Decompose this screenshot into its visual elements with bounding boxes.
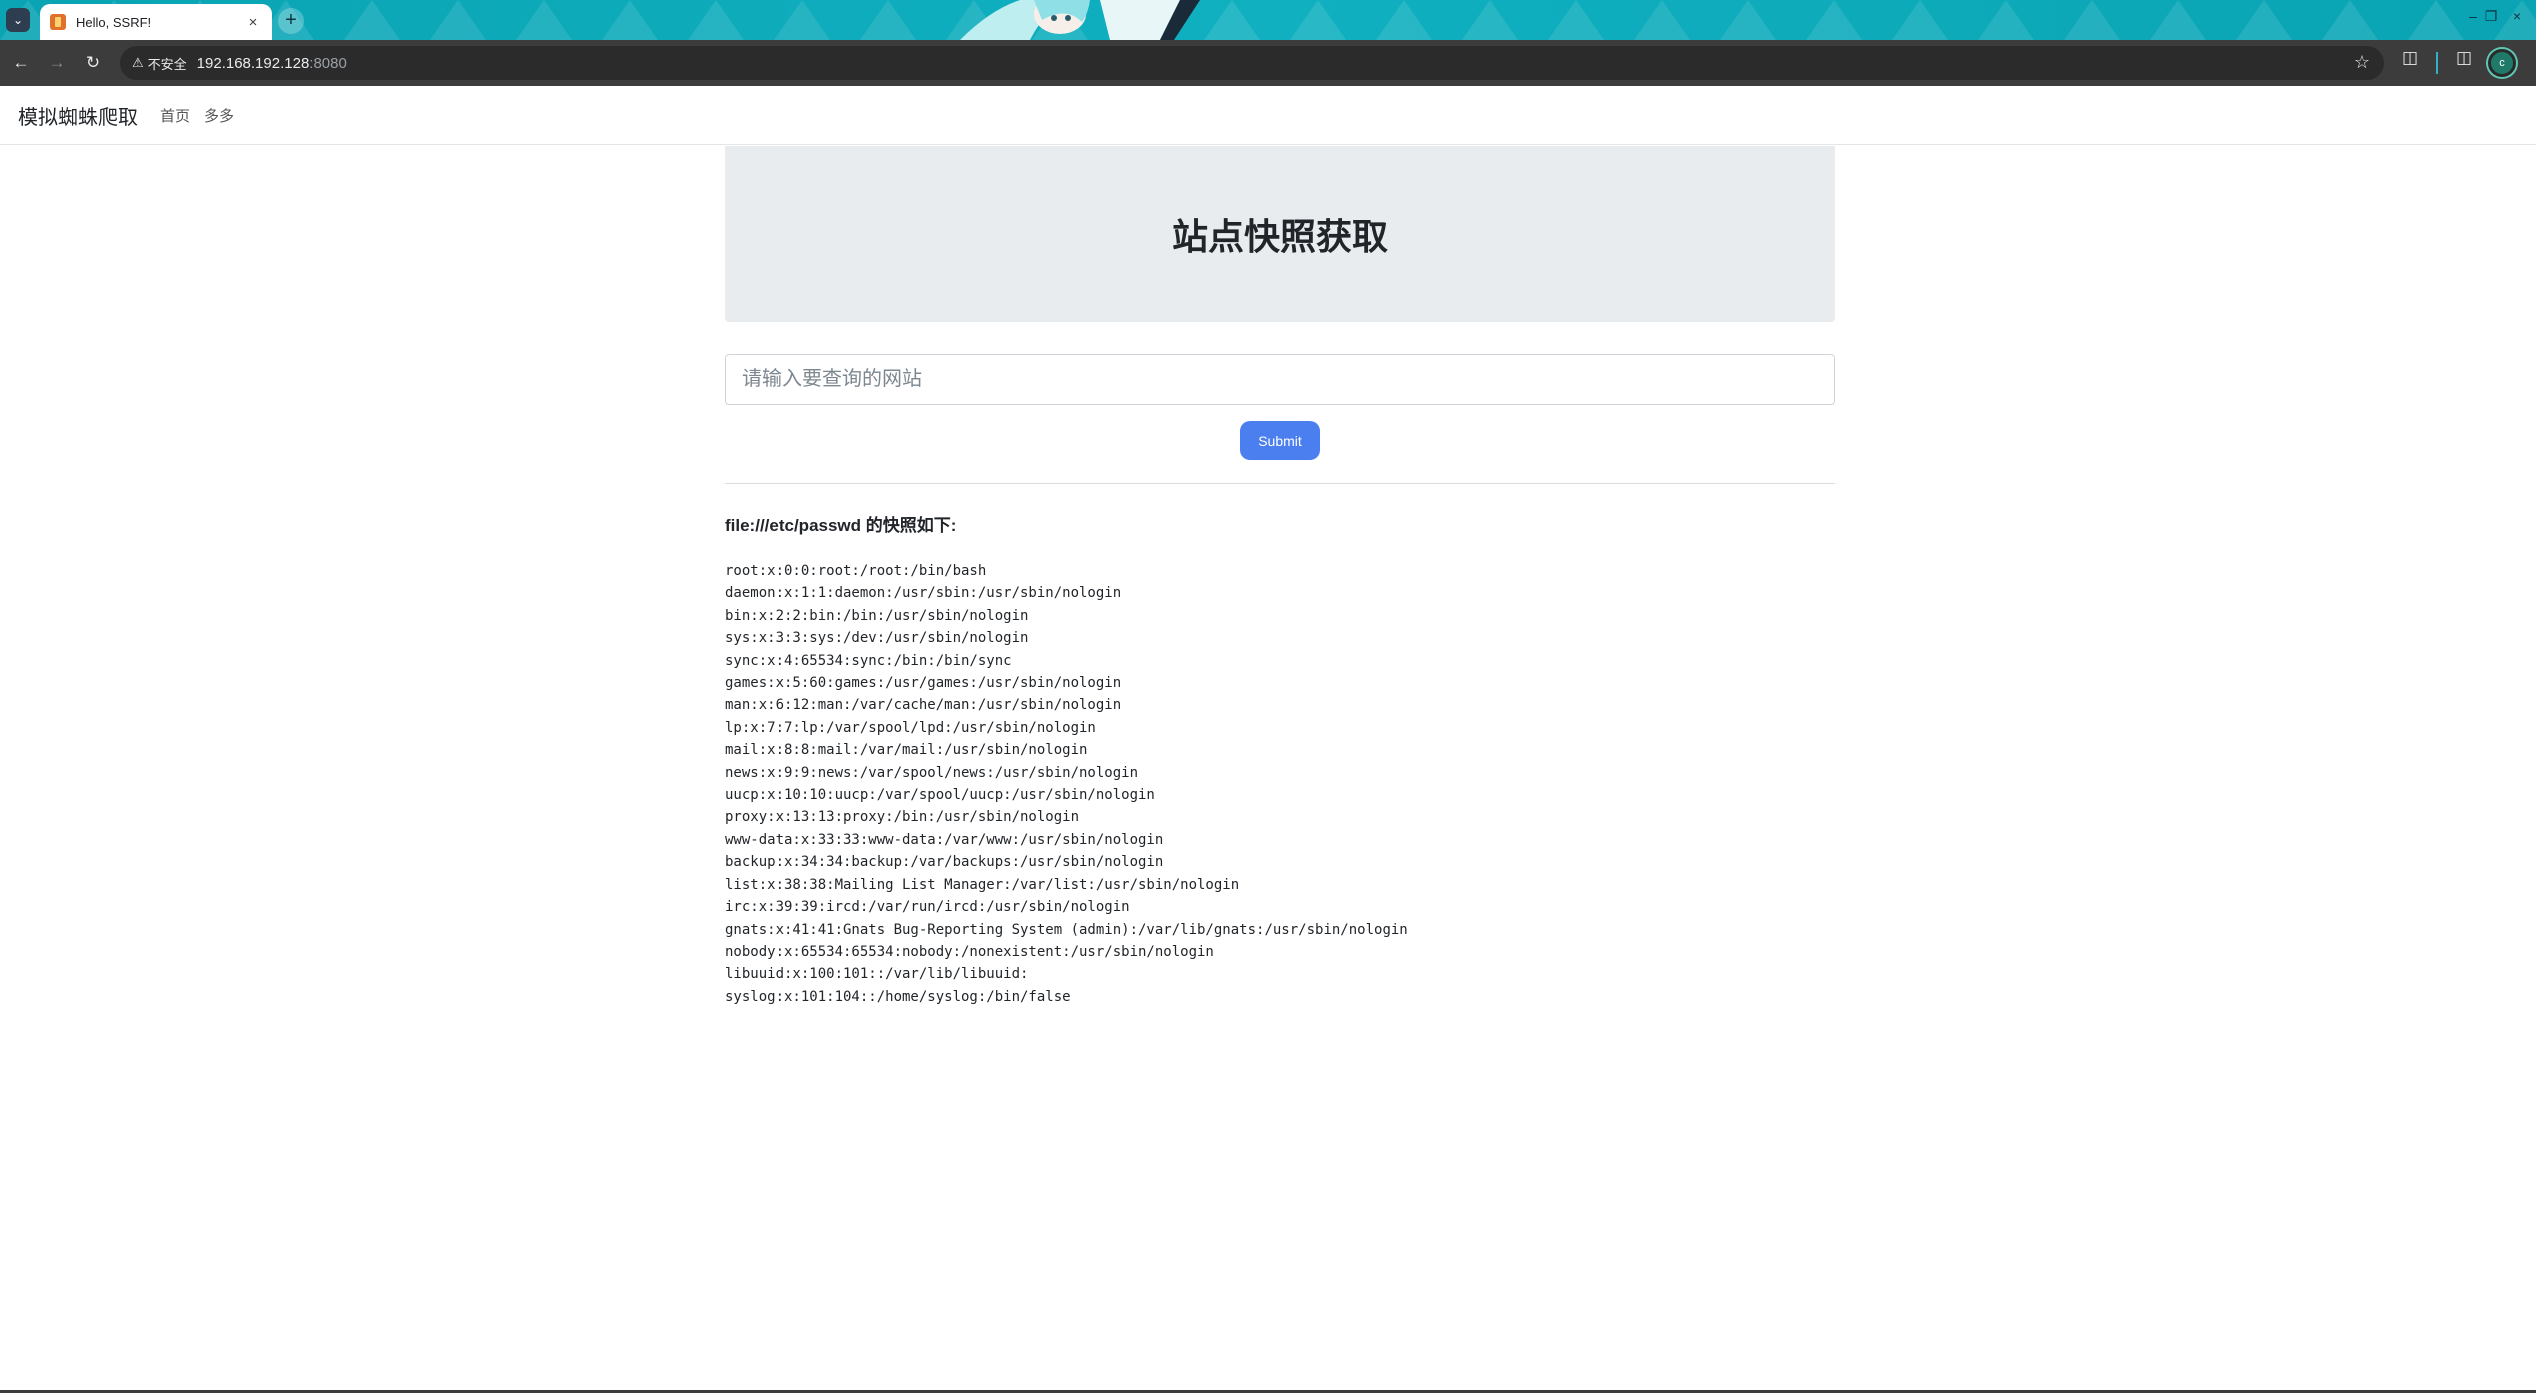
- theme-character-art: [960, 0, 1200, 40]
- toolbar-divider: [2436, 52, 2438, 74]
- snapshot-heading: file:///etc/passwd 的快照如下:: [725, 516, 957, 535]
- bookmark-star-icon[interactable]: ☆: [2354, 52, 2370, 73]
- address-bar[interactable]: ⚠ 不安全 192.168.192.128:8080 ☆: [120, 46, 2384, 80]
- tabstrip-pattern: [0, 0, 2536, 40]
- site-favicon-icon: [50, 14, 66, 30]
- profile-avatar-icon[interactable]: c: [2488, 49, 2516, 77]
- snapshot-content: root:x:0:0:root:/root:/bin/bash daemon:x:…: [725, 560, 1835, 1008]
- reload-icon[interactable]: ↻: [78, 48, 108, 78]
- snapshot-line: syslog:x:101:104::/home/syslog:/bin/fals…: [725, 988, 1071, 1005]
- snapshot-line: daemon:x:1:1:daemon:/usr/sbin:/usr/sbin/…: [725, 585, 1122, 602]
- snapshot-line: bin:x:2:2:bin:/bin:/usr/sbin/nologin: [725, 607, 1029, 624]
- snapshot-line: libuuid:x:100:101::/var/lib/libuuid:: [725, 966, 1029, 983]
- site-navbar: 模拟蜘蛛爬取 首页 多多: [0, 87, 2536, 145]
- snapshot-line: uucp:x:10:10:uucp:/var/spool/uucp:/usr/s…: [725, 787, 1155, 804]
- snapshot-line: irc:x:39:39:ircd:/var/run/ircd:/usr/sbin…: [725, 899, 1130, 916]
- snapshot-line: gnats:x:41:41:Gnats Bug-Reporting System…: [725, 921, 1408, 938]
- snapshot-line: nobody:x:65534:65534:nobody:/nonexistent…: [725, 943, 1214, 960]
- snapshot-line: backup:x:34:34:backup:/var/backups:/usr/…: [725, 854, 1164, 871]
- warning-triangle-icon: ⚠: [132, 55, 144, 70]
- website-url-input[interactable]: [725, 354, 1835, 405]
- snapshot-line: root:x:0:0:root:/root:/bin/bash: [725, 563, 987, 579]
- snapshot-line: www-data:x:33:33:www-data:/var/www:/usr/…: [725, 831, 1164, 848]
- page-title: 站点快照获取: [1171, 216, 1388, 257]
- browser-tabstrip: ⌄ Hello, SSRF! × + – ❐ ×: [0, 0, 2536, 40]
- url-host: 192.168.192.128: [196, 54, 310, 72]
- security-label: 不安全: [147, 56, 187, 72]
- browser-tab-active[interactable]: Hello, SSRF! ×: [40, 4, 272, 40]
- browser-toolbar: ← → ↻ ⚠ 不安全 192.168.192.128:8080 ☆ ◫ ◫ c: [0, 40, 2536, 86]
- hero-banner: 站点快照获取: [725, 146, 1835, 322]
- nav-link-home[interactable]: 首页: [160, 105, 190, 126]
- nav-link-more[interactable]: 多多: [204, 105, 234, 126]
- snapshot-line: man:x:6:12:man:/var/cache/man:/usr/sbin/…: [725, 697, 1122, 714]
- close-window-button[interactable]: ×: [2502, 8, 2532, 24]
- submit-button[interactable]: Submit: [1240, 421, 1320, 460]
- snapshot-line: news:x:9:9:news:/var/spool/news:/usr/sbi…: [725, 764, 1139, 781]
- back-arrow-icon[interactable]: ←: [6, 48, 36, 78]
- tab-search-icon[interactable]: ⌄: [6, 8, 30, 32]
- section-divider: [725, 483, 1835, 484]
- extensions-icon[interactable]: ◫: [2402, 48, 2418, 68]
- forward-arrow-icon[interactable]: →: [42, 48, 72, 78]
- snapshot-line: proxy:x:13:13:proxy:/bin:/usr/sbin/nolog…: [725, 809, 1080, 826]
- snapshot-line: list:x:38:38:Mailing List Manager:/var/l…: [725, 876, 1240, 893]
- site-brand[interactable]: 模拟蜘蛛爬取: [18, 101, 138, 130]
- tab-title: Hello, SSRF!: [76, 14, 152, 30]
- snapshot-line: lp:x:7:7:lp:/var/spool/lpd:/usr/sbin/nol…: [725, 719, 1096, 736]
- snapshot-line: games:x:5:60:games:/usr/games:/usr/sbin/…: [725, 675, 1122, 692]
- snapshot-line: sys:x:3:3:sys:/dev:/usr/sbin/nologin: [725, 630, 1029, 647]
- new-tab-button[interactable]: +: [278, 8, 304, 34]
- snapshot-line: sync:x:4:65534:sync:/bin:/bin/sync: [725, 652, 1012, 669]
- snapshot-line: mail:x:8:8:mail:/var/mail:/usr/sbin/nolo…: [725, 742, 1088, 759]
- tab-close-icon[interactable]: ×: [244, 14, 262, 31]
- security-chip[interactable]: ⚠ 不安全: [132, 54, 187, 73]
- url-port: :8080: [309, 54, 347, 72]
- side-panel-icon[interactable]: ◫: [2456, 48, 2472, 68]
